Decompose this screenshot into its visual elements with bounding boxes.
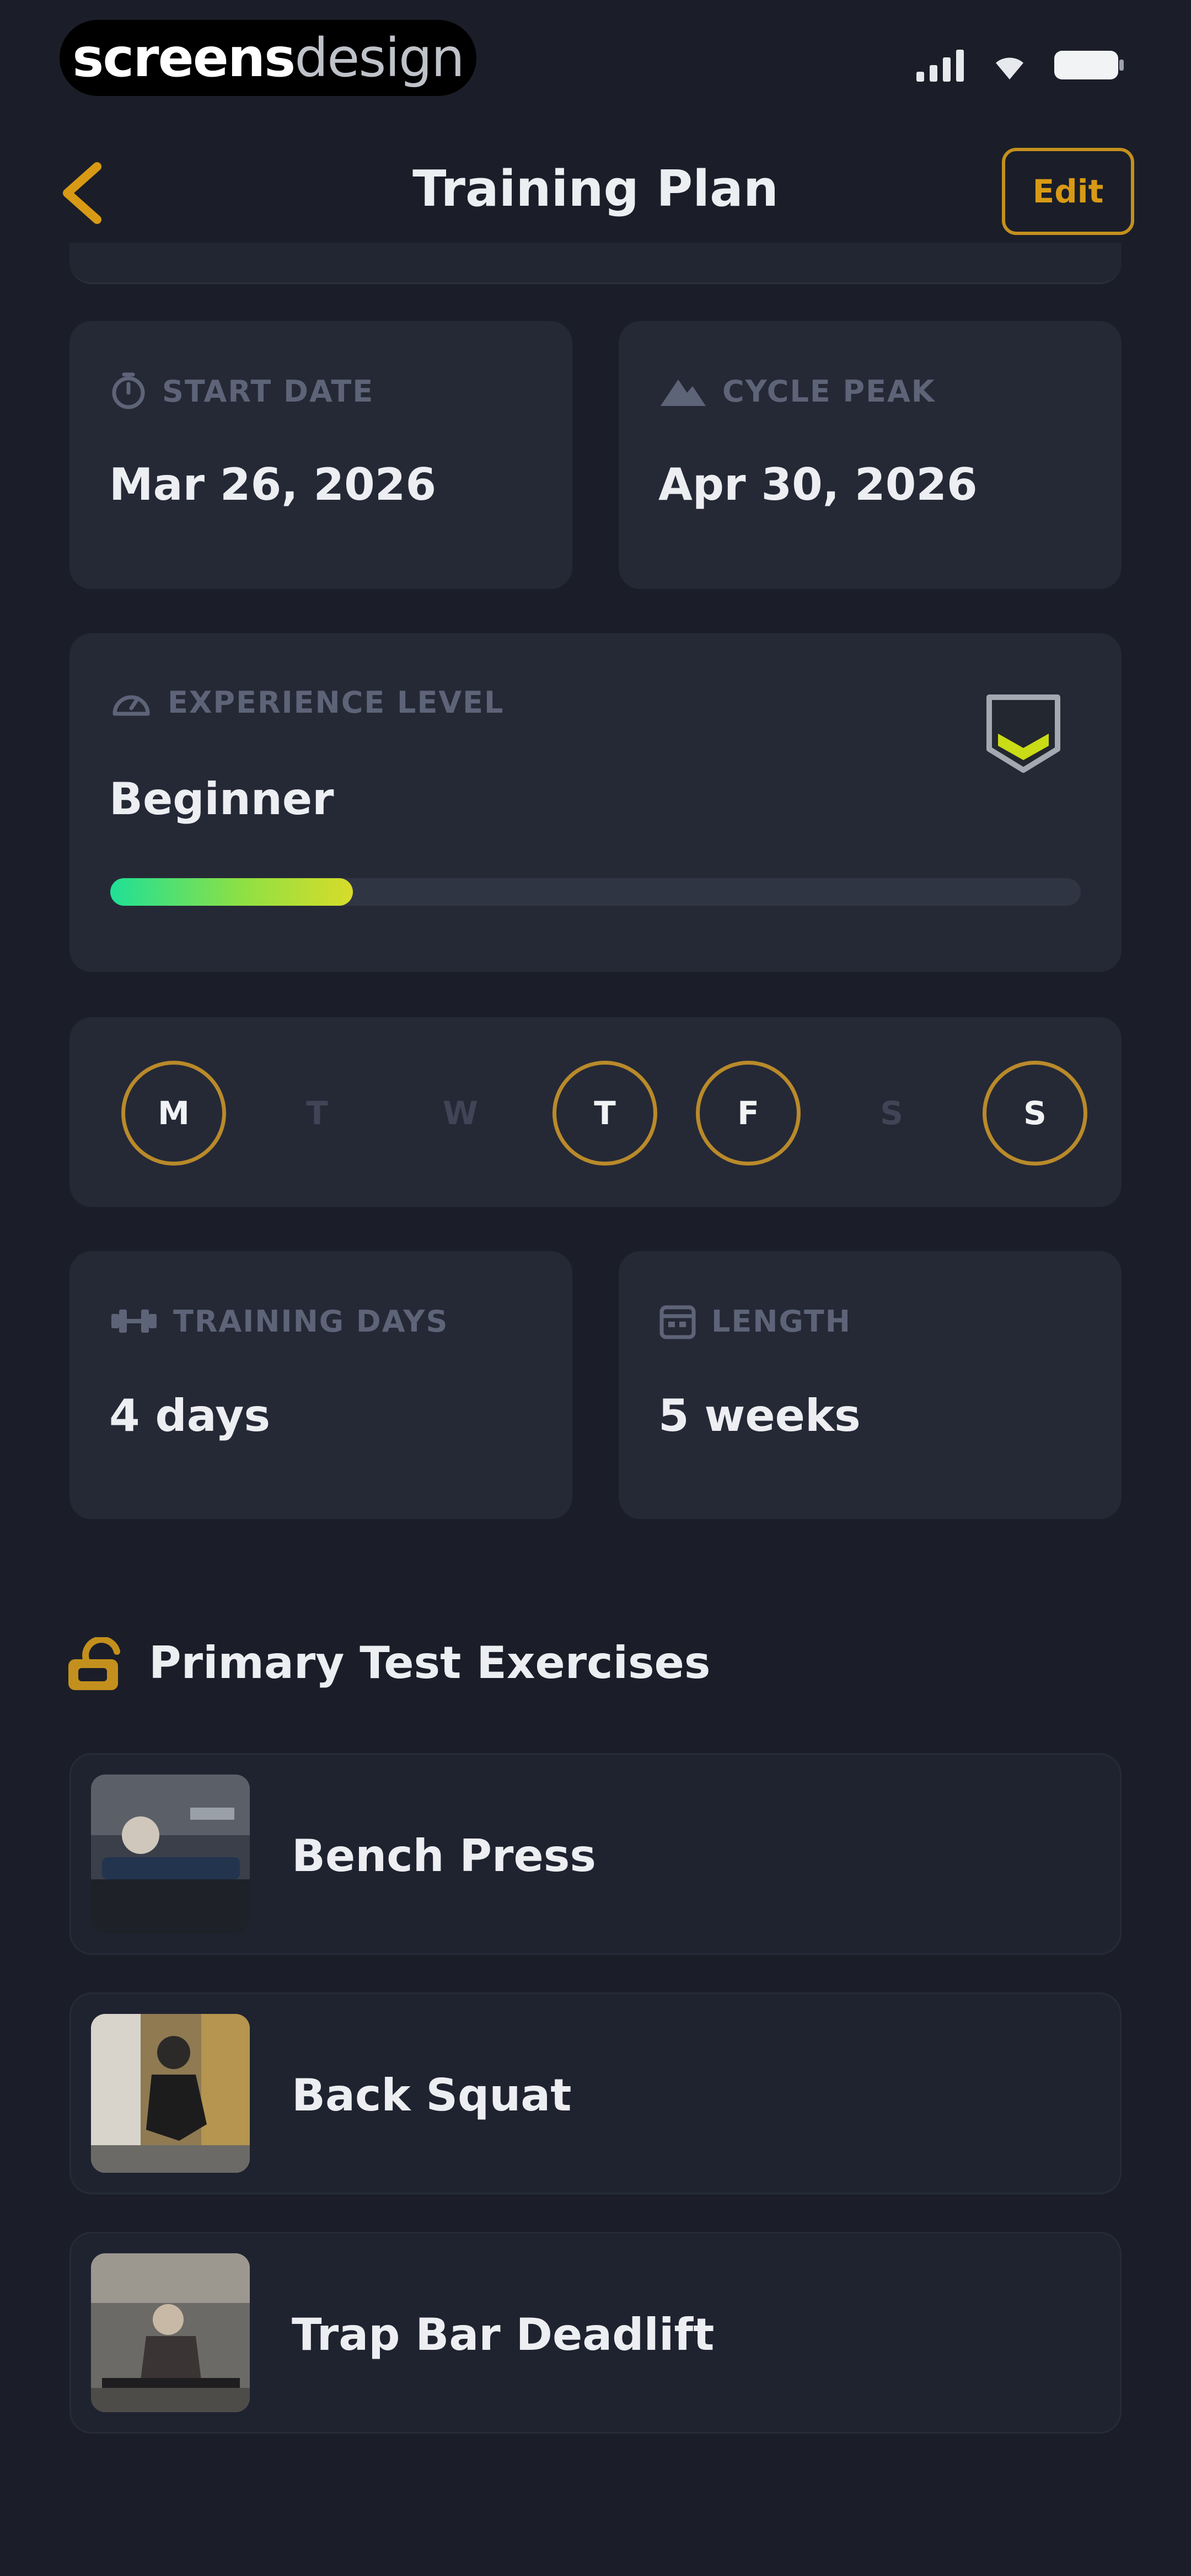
day-toggle-s-6[interactable]: S (983, 1061, 1087, 1166)
experience-progress-bar (110, 878, 1081, 906)
bench-press-image (91, 1775, 250, 1933)
screensdesign-logo: screens design (60, 20, 476, 96)
day-toggle-f-4[interactable]: F (696, 1061, 801, 1166)
training-days-value: 4 days (109, 1390, 271, 1441)
dumbbell-icon (111, 1310, 157, 1333)
experience-label: EXPERIENCE LEVEL (168, 685, 505, 720)
day-toggle-m-0[interactable]: M (121, 1061, 226, 1166)
exercise-name: Bench Press (292, 1830, 596, 1882)
exercise-card-back-squat[interactable]: Back Squat (69, 1992, 1122, 2194)
length-label-row: LENGTH (658, 1302, 851, 1340)
start-date-value: Mar 26, 2026 (109, 459, 437, 510)
timer-icon (112, 372, 145, 409)
start-date-label-row: START DATE (109, 372, 374, 410)
experience-value: Beginner (109, 773, 334, 825)
start-date-label: START DATE (162, 373, 374, 409)
partial-card (69, 243, 1122, 284)
cellular-signal-icon (916, 50, 964, 82)
training-days-label-row: TRAINING DAYS (109, 1302, 448, 1340)
exercise-thumbnail (91, 2253, 250, 2412)
experience-progress-fill (110, 878, 353, 906)
day-toggle-w-2[interactable]: W (408, 1061, 513, 1166)
kettlebell-scale-icon (68, 1637, 120, 1690)
day-toggle-s-5[interactable]: S (839, 1061, 944, 1166)
day-toggle-t-1[interactable]: T (265, 1061, 369, 1166)
wifi-icon (996, 57, 1023, 79)
week-days-row: MTWTFSS (69, 1061, 1122, 1166)
length-value: 5 weeks (658, 1390, 861, 1441)
exercise-card-bench-press[interactable]: Bench Press (69, 1753, 1122, 1955)
calendar-icon (659, 1305, 696, 1339)
logo-text-primary: screens (72, 27, 296, 89)
level-badge-icon (986, 694, 1060, 773)
start-date-card: START DATE Mar 26, 2026 (69, 321, 572, 589)
edit-button[interactable]: Edit (1002, 148, 1134, 235)
exercise-name: Trap Bar Deadlift (292, 2308, 715, 2360)
length-card: LENGTH 5 weeks (619, 1251, 1122, 1519)
experience-level-card[interactable]: EXPERIENCE LEVEL Beginner (69, 633, 1122, 972)
exercise-thumbnail (91, 2014, 250, 2173)
section-title-primary-tests: Primary Test Exercises (149, 1637, 711, 1688)
length-label: LENGTH (711, 1303, 851, 1339)
back-squat-image (91, 2014, 250, 2173)
exercise-name: Back Squat (292, 2069, 572, 2121)
status-icons (916, 49, 1125, 82)
mountain-peak-icon (661, 380, 706, 406)
experience-label-row: EXPERIENCE LEVEL (109, 683, 504, 722)
exercise-card-trap-bar-deadlift[interactable]: Trap Bar Deadlift (69, 2232, 1122, 2434)
battery-icon (1054, 51, 1124, 79)
cycle-peak-label: CYCLE PEAK (722, 373, 936, 409)
cycle-peak-label-row: CYCLE PEAK (658, 372, 936, 410)
speedometer-icon (112, 695, 150, 716)
exercise-thumbnail (91, 1775, 250, 1933)
training-days-label: TRAINING DAYS (173, 1303, 449, 1339)
logo-text-secondary: design (294, 27, 464, 89)
day-toggle-t-3[interactable]: T (552, 1061, 657, 1166)
cycle-peak-card: CYCLE PEAK Apr 30, 2026 (619, 321, 1122, 589)
trap-bar-deadlift-image (91, 2253, 250, 2412)
training-days-card: TRAINING DAYS 4 days (69, 1251, 572, 1519)
cycle-peak-value: Apr 30, 2026 (658, 459, 978, 510)
